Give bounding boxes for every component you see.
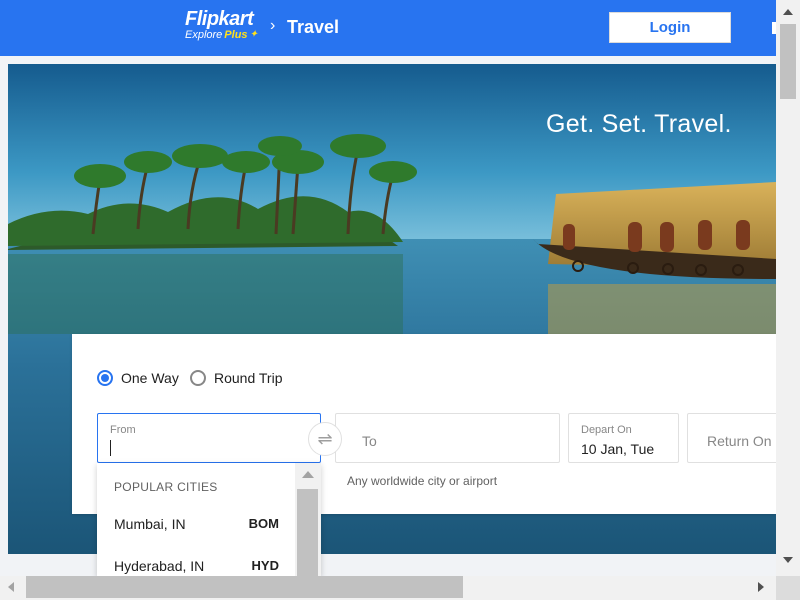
round-trip-radio[interactable]: Round Trip: [190, 370, 282, 386]
scroll-left-arrow-icon[interactable]: [8, 582, 14, 592]
radio-selected-icon: [97, 370, 113, 386]
scroll-up-arrow-icon[interactable]: [302, 471, 314, 478]
scroll-up-arrow-icon[interactable]: [783, 9, 793, 15]
city-option-hyderabad[interactable]: Hyderabad, IN HYD: [97, 558, 295, 576]
swap-arrows-icon[interactable]: ⇌: [308, 422, 342, 456]
depart-value: 10 Jan, Tue: [581, 441, 655, 457]
scroll-down-arrow-icon[interactable]: [783, 557, 793, 563]
page-title: Travel: [287, 17, 340, 37]
logo-wordmark: Flipkart: [185, 8, 254, 30]
one-way-radio[interactable]: One Way: [97, 370, 179, 386]
flipkart-logo[interactable]: Flipkart Explore Plus ✦: [185, 9, 258, 41]
from-field[interactable]: From: [97, 413, 321, 463]
depart-label: Depart On: [581, 424, 632, 436]
from-label: From: [110, 424, 136, 436]
vertical-scroll-thumb[interactable]: [780, 24, 796, 99]
logo-explore-text: Explore: [185, 29, 223, 41]
return-date-field[interactable]: Return On: [687, 413, 776, 463]
round-trip-label: Round Trip: [214, 370, 283, 386]
vertical-scrollbar[interactable]: [776, 0, 800, 576]
one-way-label: One Way: [121, 370, 179, 386]
plus-star-icon: ✦: [249, 29, 258, 40]
dropdown-scrollbar[interactable]: [295, 463, 321, 576]
city-name: Mumbai, IN: [114, 516, 186, 532]
text-cursor: [110, 440, 111, 456]
dropdown-scroll-thumb[interactable]: [297, 489, 318, 576]
to-field[interactable]: To: [335, 413, 560, 463]
airport-code: HYD: [251, 558, 279, 573]
to-placeholder: To: [362, 433, 377, 449]
horizontal-scroll-thumb[interactable]: [26, 576, 463, 598]
horizontal-scrollbar[interactable]: [0, 576, 776, 600]
hero-tagline: Get. Set. Travel.: [546, 110, 732, 138]
login-button[interactable]: Login: [609, 12, 731, 43]
city-option-mumbai[interactable]: Mumbai, IN BOM: [97, 516, 295, 558]
chevron-right-icon: ›: [270, 17, 276, 34]
logo-tagline: Explore Plus ✦: [185, 29, 258, 41]
return-placeholder: Return On: [707, 433, 772, 449]
popular-cities-dropdown: POPULAR CITIES Mumbai, IN BOM Hyderabad,…: [97, 463, 321, 576]
logo-plus-text: Plus: [224, 29, 248, 41]
depart-date-field[interactable]: Depart On 10 Jan, Tue: [568, 413, 679, 463]
popular-cities-heading: POPULAR CITIES: [114, 480, 218, 494]
airport-code: BOM: [248, 516, 279, 531]
to-hint-text: Any worldwide city or airport: [347, 474, 498, 488]
browser-viewport: Flipkart Explore Plus ✦ › Travel Login G…: [0, 0, 776, 576]
city-name: Hyderabad, IN: [114, 558, 205, 574]
radio-unselected-icon: [190, 370, 206, 386]
top-header: Flipkart Explore Plus ✦ › Travel Login: [0, 0, 776, 56]
scrollbar-corner: [776, 576, 800, 600]
scroll-right-arrow-icon[interactable]: [758, 582, 764, 592]
